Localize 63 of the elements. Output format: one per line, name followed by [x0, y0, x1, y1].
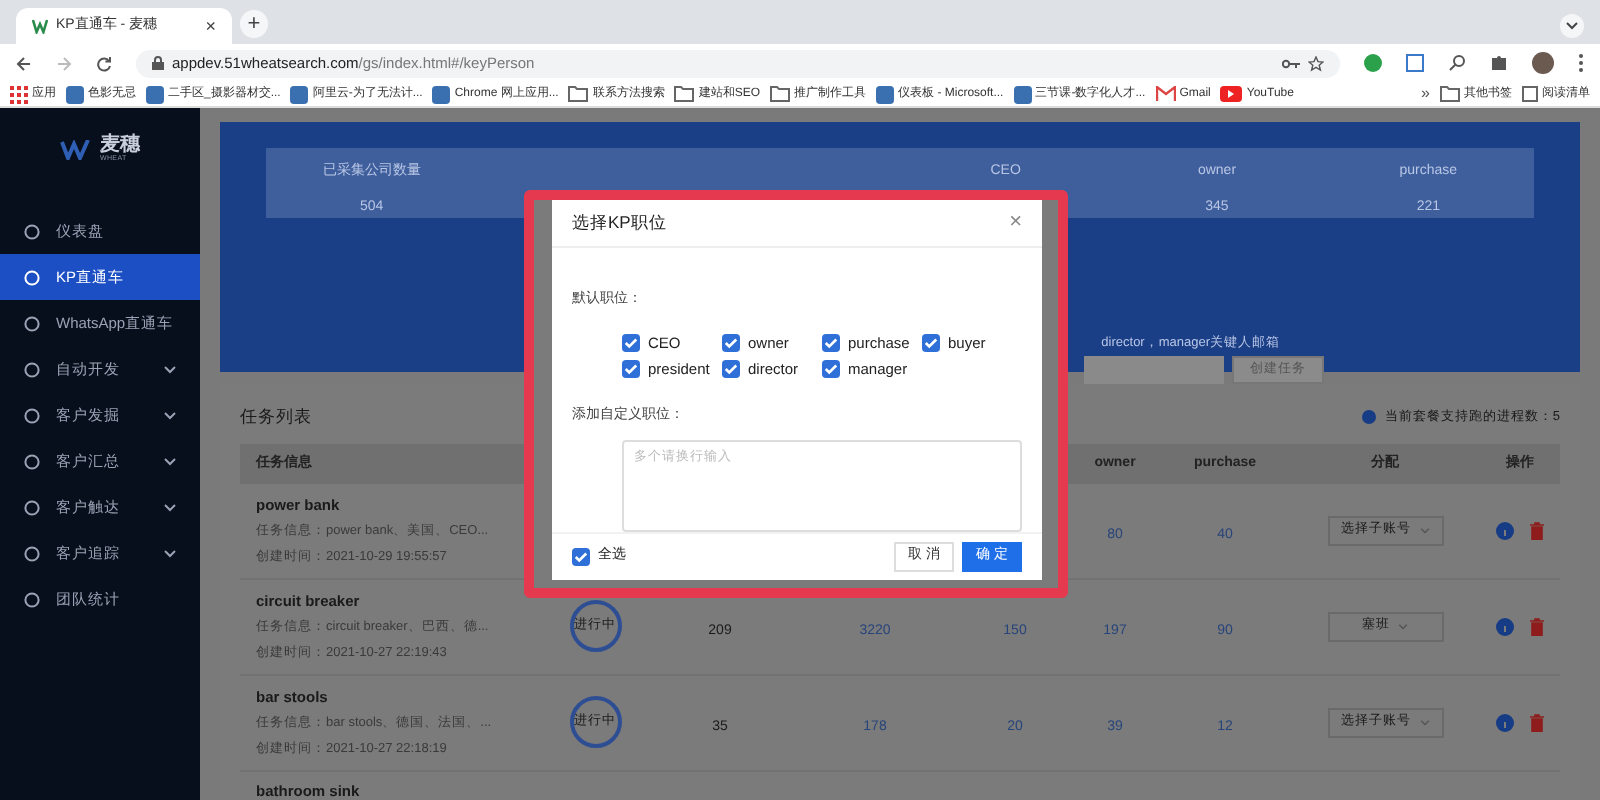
- new-tab-button[interactable]: +: [240, 10, 268, 38]
- menu-item-icon: [24, 315, 40, 331]
- menu-item-icon: [24, 453, 40, 469]
- keyword-input[interactable]: [1084, 355, 1224, 384]
- site-icon: [432, 85, 451, 103]
- task-list-title: 任务列表: [240, 404, 312, 430]
- avatar[interactable]: [1532, 52, 1554, 74]
- menu-item-icon: [24, 407, 40, 423]
- tab-close-button[interactable]: ×: [205, 17, 216, 35]
- apps-grid-icon: [10, 85, 28, 103]
- chevron-icon: [164, 365, 176, 373]
- extension-icon[interactable]: [1364, 54, 1382, 72]
- checkbox[interactable]: [822, 334, 840, 353]
- tab-search-icon[interactable]: [1560, 14, 1584, 38]
- checkbox[interactable]: [622, 360, 640, 379]
- star-icon[interactable]: [1308, 55, 1324, 71]
- menu-item-icon: [24, 499, 40, 515]
- site-icon: [66, 85, 84, 103]
- chevron-icon: [164, 549, 176, 557]
- site-icon: [876, 85, 895, 103]
- dialog-title: 选择KP职位: [572, 210, 667, 236]
- menu-item-icon: [24, 545, 40, 561]
- close-button[interactable]: ×: [1009, 212, 1022, 234]
- folder-icon: [674, 86, 695, 102]
- letter-logo-icon: [32, 18, 48, 34]
- menu-item-icon: [24, 591, 40, 607]
- wheat-logo-icon: [60, 140, 92, 160]
- checkbox[interactable]: [722, 334, 740, 353]
- search-icon[interactable]: [1448, 54, 1466, 72]
- site-icon: [1013, 85, 1032, 103]
- back-icon[interactable]: [16, 55, 32, 71]
- checkbox[interactable]: [572, 548, 590, 566]
- chevron-icon: [164, 411, 176, 419]
- extension-icon[interactable]: [1406, 54, 1424, 72]
- menu-item-icon: [24, 361, 40, 377]
- checkbox[interactable]: [922, 334, 940, 353]
- info-icon[interactable]: [1496, 713, 1514, 732]
- folder-icon: [568, 86, 589, 102]
- more-bookmarks-button[interactable]: »: [1421, 82, 1430, 106]
- chevron-icon: [1419, 719, 1429, 726]
- reload-icon[interactable]: [96, 55, 112, 71]
- info-icon[interactable]: [1496, 521, 1514, 540]
- checkbox[interactable]: [822, 360, 840, 379]
- menu-item-icon: [24, 269, 40, 285]
- checkbox[interactable]: [622, 334, 640, 353]
- chevron-icon: [164, 503, 176, 511]
- lock-icon: [152, 56, 164, 70]
- site-icon: [146, 85, 164, 103]
- chevron-icon: [1419, 527, 1429, 534]
- menu-item-icon: [24, 223, 40, 239]
- checkbox[interactable]: [722, 360, 740, 379]
- folder-icon: [770, 86, 791, 102]
- site-icon: [290, 85, 309, 103]
- key-icon[interactable]: [1282, 57, 1300, 69]
- info-icon[interactable]: [1496, 617, 1514, 636]
- info-icon: [1362, 409, 1377, 424]
- menu-icon[interactable]: [1578, 54, 1584, 72]
- folder-icon: [1440, 86, 1460, 102]
- chevron-icon: [164, 457, 176, 465]
- mail-icon: [1155, 86, 1176, 102]
- list-icon: [1522, 86, 1538, 102]
- chevron-icon: [1398, 623, 1408, 630]
- logo-text: 麦穗: [100, 136, 140, 157]
